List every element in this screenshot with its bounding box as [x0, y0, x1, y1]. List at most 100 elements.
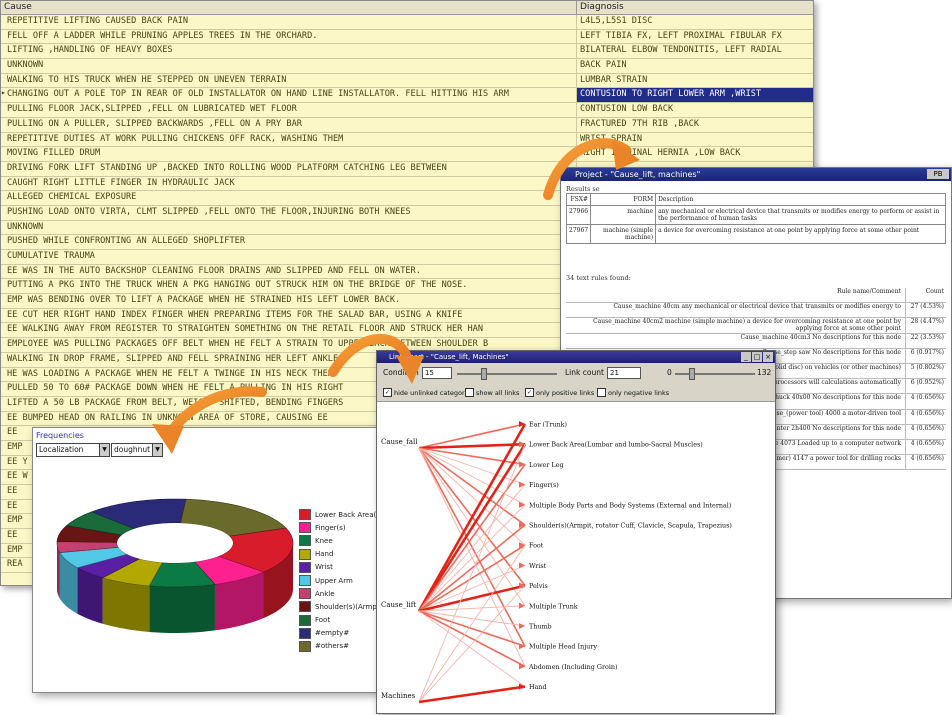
table-row[interactable]: WALKING TO HIS TRUCK WHEN HE STEPPED ON …	[1, 73, 813, 89]
diagnosis-cell[interactable]: WRIST SPRAIN	[577, 133, 813, 147]
cause-cell[interactable]: EE WAS IN THE AUTO BACKSHOP CLEANING FLO…	[1, 264, 577, 279]
target-node-label[interactable]: Lower Leg	[529, 461, 564, 469]
cause-cell[interactable]: CAUGHT RIGHT LITTLE FINGER IN HYDRAULIC …	[1, 176, 577, 191]
link-line[interactable]	[418, 685, 526, 704]
checkbox-icon[interactable]: ✓	[383, 388, 392, 397]
cause-cell[interactable]: CUMULATIVE TRAUMA	[1, 250, 577, 264]
filter-checkbox[interactable]: only negative links	[597, 388, 669, 397]
filter-checkbox[interactable]: ✓ only positive links	[525, 388, 594, 397]
link-line[interactable]	[417, 423, 527, 612]
target-node-label[interactable]: Shoulder(s)(Armpit, rotator Cuff, Clavic…	[529, 522, 732, 530]
source-node-label[interactable]: Cause_lift	[381, 601, 416, 609]
link-count-input[interactable]: 21	[607, 367, 641, 379]
link-line[interactable]	[418, 585, 526, 703]
doughnut-chart[interactable]	[33, 428, 303, 692]
checkbox-label: only negative links	[608, 388, 670, 397]
target-node-label[interactable]: Abdomen (Including Groin)	[528, 663, 618, 671]
cause-cell[interactable]: ALLEGED CHEMICAL EXPOSURE	[1, 191, 577, 205]
rule-item[interactable]: Cause_machine 40cm2 machine (simple mach…	[566, 318, 946, 334]
diagnosis-cell[interactable]: LUMBAR STRAIN	[577, 74, 813, 88]
cause-cell[interactable]: EE CUT HER RIGHT HAND INDEX FINGER WHEN …	[1, 308, 577, 323]
range-slider-handle[interactable]	[689, 368, 695, 380]
target-node-label[interactable]: Thumb	[529, 623, 552, 631]
diagnosis-cell[interactable]: BACK PAIN	[577, 59, 813, 73]
target-node-label[interactable]: Wrist	[529, 562, 547, 570]
cause-cell[interactable]: WALKING TO HIS TRUCK WHEN HE STEPPED ON …	[1, 73, 577, 88]
column-header-diagnosis[interactable]: Diagnosis	[577, 1, 813, 14]
link-chart[interactable]: Cause_fall Cause_lift Machines Ear (Trunk) L…	[377, 402, 775, 713]
table-row[interactable]: FELL OFF A LADDER WHILE PRUNING APPLES T…	[1, 29, 813, 45]
cause-cell[interactable]: PULLING FLOOR JACK,SLIPPED ,FELL ON LUBR…	[1, 103, 577, 117]
checkbox-icon[interactable]: ✓	[525, 388, 534, 397]
link-line[interactable]	[418, 610, 526, 668]
filter-checkbox[interactable]: show all links	[465, 388, 519, 397]
cause-cell[interactable]: FELL OFF A LADDER WHILE PRUNING APPLES T…	[1, 29, 577, 44]
link-line[interactable]	[418, 610, 526, 687]
table-row[interactable]: ▸ CHANGING OUT A POLE TOP IN REAR OF OLD …	[1, 88, 813, 104]
minimize-icon[interactable]: _	[741, 352, 751, 362]
checkbox-icon[interactable]	[465, 388, 474, 397]
link-arrowhead	[519, 623, 525, 629]
table-row[interactable]: PULLING ON A PULLER, SLIPPED BACKWARDS ,…	[1, 117, 813, 133]
cause-cell[interactable]: EMP WAS BENDING OVER TO LIFT A PACKAGE W…	[1, 294, 577, 308]
diagnosis-cell[interactable]: L4L5,L5S1 DISC	[577, 15, 813, 29]
rule-item[interactable]: Cause_machine 40cm3 No descriptions for …	[566, 333, 946, 349]
result-row[interactable]: 27967 machine (simple machine) a device fo…	[565, 224, 946, 244]
window-buttons[interactable]: PB	[927, 169, 949, 179]
target-node-label[interactable]: Lower Back Area(Lumbar and lumbo-Sacral …	[529, 441, 703, 449]
table-row[interactable]: LIFTING ,HANDLING OF HEAVY BOXES BILATERA…	[1, 44, 813, 60]
column-header-cause[interactable]: Cause	[1, 1, 577, 14]
target-node-label[interactable]: Ear (Trunk)	[529, 421, 567, 429]
diagnosis-cell[interactable]: CONTUSION LOW BACK	[577, 103, 813, 117]
table-row[interactable]: REPETITIVE LIFTING CAUSED BACK PAIN L4L5,…	[1, 15, 813, 30]
cause-cell[interactable]: PUSHING LOAD ONTO VIRTA, CLMT SLIPPED ,F…	[1, 205, 577, 220]
target-node-label[interactable]: Multiple Head Injury	[529, 643, 597, 651]
cause-cell[interactable]: CHANGING OUT A POLE TOP IN REAR OF OLD I…	[1, 88, 577, 103]
result-row[interactable]: 27966 machine any mechanical or electrical…	[565, 205, 946, 225]
target-node-label[interactable]: Foot	[529, 542, 544, 550]
filter-checkbox[interactable]: ✓ hide unlinked categories	[383, 388, 474, 397]
diagnosis-cell[interactable]: RIGHT INGUINAL HERNIA ,LOW BACK	[577, 147, 813, 161]
checkbox-icon[interactable]	[597, 388, 606, 397]
link-line[interactable]	[418, 544, 526, 612]
target-node-label[interactable]: Pelvis	[529, 582, 548, 590]
link-titlebar[interactable]: Link chart - "Cause_lift, Machines" _ □ …	[377, 351, 775, 363]
source-node-label[interactable]: Cause_fall	[381, 438, 418, 446]
diagnosis-cell[interactable]: BILATERAL ELBOW TENDONITIS, LEFT RADIAL	[577, 44, 813, 58]
result-row[interactable]: FSX# FORM Description	[565, 193, 946, 206]
link-line[interactable]	[418, 447, 526, 667]
project-titlebar[interactable]: Project - "Cause_lift, machines" PB	[561, 168, 951, 181]
cause-cell[interactable]: UNKNOWN	[1, 220, 577, 235]
diagnosis-cell[interactable]: LEFT TIBIA FX, LEFT PROXIMAL FIBULAR FX	[577, 30, 813, 44]
diagnosis-cell[interactable]: FRACTURED 7TH RIB ,BACK	[577, 118, 813, 132]
link-line[interactable]	[418, 444, 526, 703]
rule-item[interactable]: Cause_machine 40cm any mechanical or ele…	[566, 303, 946, 319]
condition-input[interactable]: 15	[422, 367, 452, 379]
cause-cell[interactable]: PUTTING A PKG INTO THE TRUCK WHEN A PKG …	[1, 279, 577, 294]
cause-cell[interactable]: MOVING FILLED DRUM	[1, 147, 577, 161]
link-line[interactable]	[418, 504, 526, 612]
maximize-icon[interactable]: □	[752, 352, 762, 362]
close-icon[interactable]: ×	[763, 352, 773, 362]
table-row[interactable]: PULLING FLOOR JACK,SLIPPED ,FELL ON LUBR…	[1, 103, 813, 118]
condition-slider-handle[interactable]	[481, 368, 487, 380]
target-node-label[interactable]: Multiple Trunk	[529, 602, 578, 610]
cause-cell[interactable]: PULLING ON A PULLER, SLIPPED BACKWARDS ,…	[1, 117, 577, 132]
diagnosis-cell[interactable]: CONTUSION TO RIGHT LOWER ARM ,WRIST	[577, 88, 813, 103]
target-node-label[interactable]: Hand	[529, 683, 547, 691]
target-node-label[interactable]: Finger(s)	[529, 481, 559, 489]
cause-cell[interactable]: EE WALKING AWAY FROM REGISTER TO STRAIGH…	[1, 323, 577, 338]
target-node-label[interactable]: Multiple Body Parts and Body Systems (Ex…	[529, 501, 731, 509]
cause-cell[interactable]: UNKNOWN	[1, 59, 577, 73]
table-row[interactable]: UNKNOWN BACK PAIN	[1, 59, 813, 74]
table-row[interactable]: REPETITIVE DUTIES AT WORK PULLING CHICKE…	[1, 132, 813, 148]
legend-label: Hand	[315, 550, 334, 559]
table-row[interactable]: MOVING FILLED DRUM RIGHT INGUINAL HERNIA …	[1, 147, 813, 162]
cause-cell[interactable]: DRIVING FORK LIFT STANDING UP ,BACKED IN…	[1, 161, 577, 176]
cause-cell[interactable]: REPETITIVE DUTIES AT WORK PULLING CHICKE…	[1, 132, 577, 147]
source-node-label[interactable]: Machines	[381, 692, 416, 700]
cause-cell[interactable]: LIFTING ,HANDLING OF HEAVY BOXES	[1, 44, 577, 59]
cause-cell[interactable]: PUSHED WHILE CONFRONTING AN ALLEGED SHOP…	[1, 235, 577, 249]
cause-cell[interactable]: REPETITIVE LIFTING CAUSED BACK PAIN	[1, 15, 577, 29]
link-line[interactable]	[418, 484, 526, 612]
